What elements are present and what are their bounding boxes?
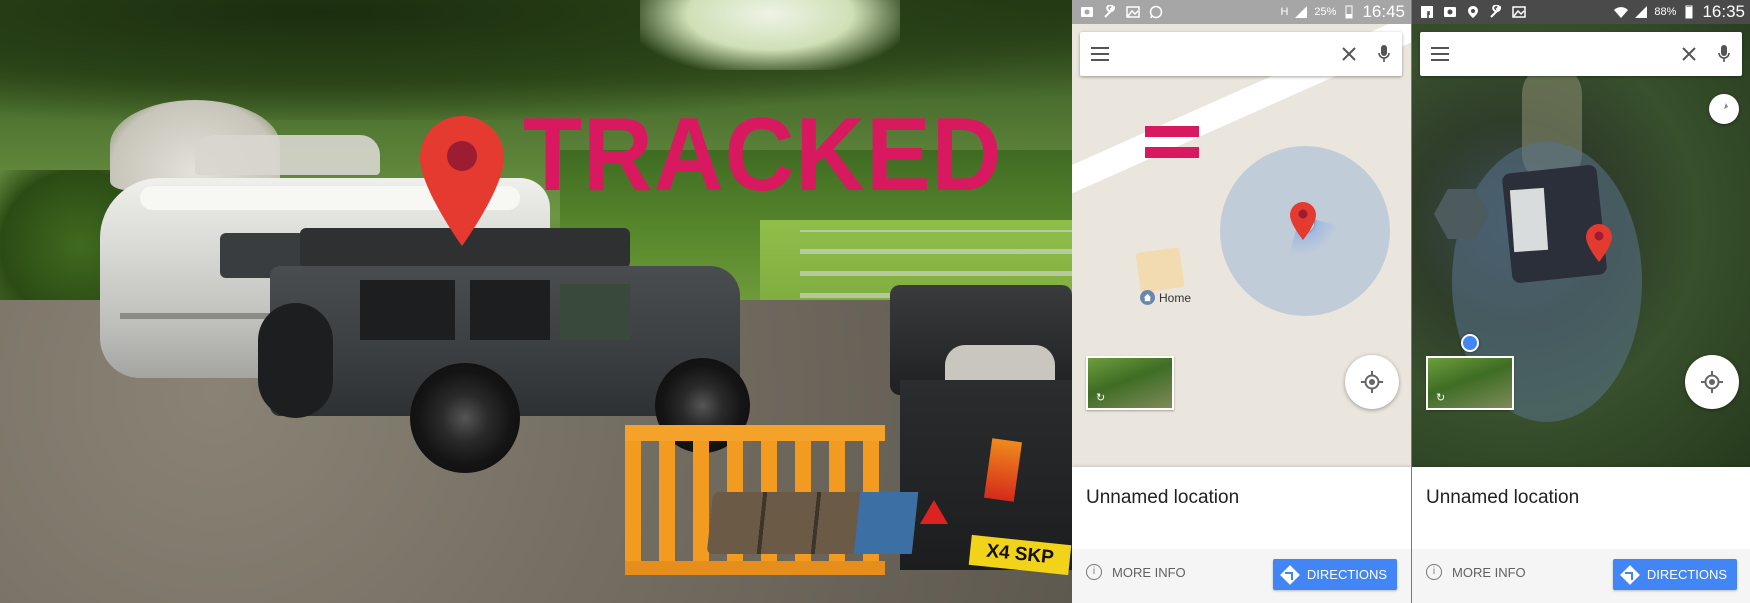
more-info-label: MORE INFO [1452,564,1526,580]
tracked-photo: X4 SKP TRACKED [0,0,1072,603]
trailer: X4 SKP [900,380,1072,576]
crosshair-icon [1361,371,1383,393]
crosshair-icon [1701,371,1723,393]
menu-button[interactable] [1420,47,1460,61]
battery-icon [1345,5,1353,19]
microphone-icon [1718,45,1731,62]
facebook-icon [1421,6,1433,18]
clock: 16:35 [1702,2,1745,21]
map-building [1135,247,1185,293]
signal-icon [1295,6,1308,18]
my-location-button[interactable] [1345,355,1399,409]
street-view-thumbnail[interactable]: ↻ [1426,356,1514,410]
directions-icon [1620,564,1640,585]
directions-label: DIRECTIONS [1646,567,1728,582]
tracked-headline: TRACKED [523,97,1003,213]
home-label-text: Home [1159,290,1192,305]
status-bar: 88% 16:35 [1412,0,1750,24]
directions-button[interactable]: DIRECTIONS [1273,559,1397,590]
compass-icon [1722,103,1728,115]
wifi-icon [1614,7,1629,18]
spare-wheel [258,303,333,418]
street-view-thumbnail[interactable]: ↻ [1086,356,1174,410]
street-view-icon: ↻ [1096,392,1106,404]
more-info-button[interactable]: i MORE INFO [1426,564,1526,580]
wheel [410,363,520,473]
voice-search-button[interactable] [1707,45,1742,63]
more-info-button[interactable]: i MORE INFO [1086,564,1186,580]
battery-icon [1685,5,1693,19]
dropped-pin-icon[interactable] [1586,224,1612,262]
camera-notification-icon [1444,7,1456,17]
place-card[interactable]: Unnamed location i MORE INFO DIRECTIONS [1412,467,1750,603]
whatsapp-icon [1149,5,1163,19]
location-icon [1468,6,1478,18]
place-card[interactable]: Unnamed location i MORE INFO DIRECTIONS [1072,467,1411,603]
dropped-pin-icon[interactable] [1290,202,1316,240]
map-pin-icon [420,116,504,246]
more-info-label: MORE INFO [1112,564,1186,580]
my-location-dot [1461,334,1479,352]
map-view[interactable]: Home ↻ [1072,24,1411,467]
place-actions: i MORE INFO DIRECTIONS [1412,549,1750,603]
camera-notification-icon [1081,7,1093,17]
compass-button[interactable] [1709,94,1739,124]
sky [640,0,900,70]
wooden-bench [706,492,919,554]
home-icon [1140,290,1155,305]
street-view-icon: ↻ [1436,392,1446,404]
search-bar[interactable] [1420,31,1742,77]
directions-icon [1280,564,1300,585]
satellite-caravan-roof [1509,187,1549,253]
location-title: Unnamed location [1086,487,1240,508]
vehicle-window [560,284,630,340]
close-icon [1342,47,1356,61]
close-icon [1682,47,1696,61]
status-bar: H 25% 16:45 [1072,0,1411,24]
my-location-button[interactable] [1685,355,1739,409]
vehicle-window [360,280,455,340]
number-plate: X4 SKP [968,534,1072,576]
info-icon: i [1086,564,1102,580]
clear-search-button[interactable] [1331,47,1366,61]
directions-label: DIRECTIONS [1306,567,1388,582]
phone-screen-satellite: 88% 16:35 ↻ Unnamed location i MORE INFO… [1411,0,1750,603]
off-road-vehicle [258,228,750,473]
info-icon: i [1426,564,1442,580]
menu-button[interactable] [1080,47,1120,61]
image-icon [1126,6,1140,18]
microphone-icon [1378,45,1391,62]
quad-bike [890,285,1072,400]
satellite-map-view[interactable]: ↻ [1412,24,1750,467]
equals-sign [1145,126,1199,162]
warning-triangle [920,500,948,524]
battery-percent: 25% [1314,6,1337,18]
hamburger-menu-icon [1431,47,1450,61]
place-actions: i MORE INFO DIRECTIONS [1072,549,1411,603]
search-input[interactable] [1120,31,1332,77]
phone-screen-map: H 25% 16:45 Home ↻ Unnamed location i MO… [1072,0,1411,603]
vehicle-window [470,280,550,340]
voice-search-button[interactable] [1367,45,1402,63]
network-type-icon: H [1280,6,1289,18]
trailer-light [983,438,1023,502]
clear-search-button[interactable] [1671,47,1706,61]
blue-plank [853,492,919,554]
awning [195,135,380,175]
image-icon [1512,6,1526,18]
signal-icon [1635,6,1648,18]
search-input[interactable] [1460,31,1672,77]
clock: 16:45 [1362,2,1405,21]
wrench-icon [1490,5,1502,18]
directions-button[interactable]: DIRECTIONS [1613,559,1737,590]
wrench-icon [1104,5,1116,18]
hamburger-menu-icon [1091,47,1110,61]
location-title: Unnamed location [1426,487,1580,508]
home-place-label[interactable]: Home [1140,290,1191,305]
battery-percent: 88% [1654,6,1677,18]
search-bar[interactable] [1080,31,1402,77]
